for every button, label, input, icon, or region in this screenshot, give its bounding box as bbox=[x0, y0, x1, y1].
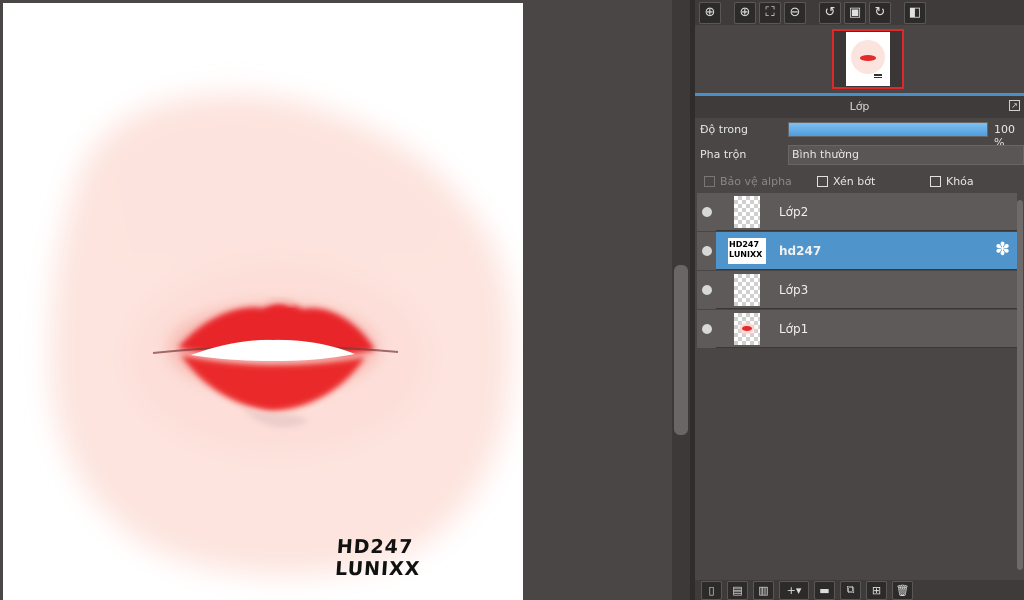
layer-thumbnail bbox=[734, 313, 760, 345]
visibility-eye-icon[interactable] bbox=[702, 207, 712, 217]
new-layer-icon[interactable]: ▯ bbox=[701, 580, 722, 600]
opacity-slider-fill bbox=[789, 123, 987, 136]
navigator-toolbar: ⊕ ⊕ ⛶ ⊖ ↺ ▣ ↻ ◧ bbox=[695, 0, 1024, 25]
layer-list-scrollbar[interactable] bbox=[1017, 200, 1023, 570]
navigator-preview[interactable] bbox=[695, 25, 1024, 93]
right-panel: ⊕ ⊕ ⛶ ⊖ ↺ ▣ ↻ ◧ Lớp ↗ Độ trong 100 % Pha… bbox=[695, 0, 1024, 600]
rotate-right-icon[interactable]: ↻ bbox=[869, 1, 891, 24]
layer-row-lop3[interactable]: Lớp3 bbox=[697, 271, 1017, 309]
clipping-label: Xén bớt bbox=[833, 175, 876, 188]
visibility-eye-icon[interactable] bbox=[702, 285, 712, 295]
layer-thumbnail: HD247 LUNIXX bbox=[728, 238, 766, 264]
layer-thumbnail bbox=[734, 196, 760, 228]
zoom-in-icon[interactable]: ⊕ bbox=[734, 1, 756, 24]
blend-mode-select[interactable]: Bình thường bbox=[788, 145, 1024, 165]
scrollbar-thumb[interactable] bbox=[674, 265, 688, 435]
layer-actions-toolbar: ▯ ▤ ▥ +▾ ▬ ⧉ ⊞ 🗑 bbox=[695, 580, 1024, 600]
protect-alpha-label: Bảo vệ alpha bbox=[720, 175, 792, 188]
blend-row: Pha trộn Bình thường bbox=[695, 144, 1024, 166]
layer-name: Lớp2 bbox=[779, 205, 809, 219]
lock-checkbox[interactable]: Khóa bbox=[930, 175, 974, 188]
add-layer-dropdown-icon[interactable]: +▾ bbox=[779, 580, 809, 600]
navigator-page bbox=[846, 32, 890, 86]
layer-options-row: Bảo vệ alpha Xén bớt Khóa bbox=[695, 170, 1024, 192]
opacity-row: Độ trong 100 % bbox=[695, 119, 1024, 149]
opacity-slider[interactable] bbox=[788, 122, 988, 137]
gear-icon[interactable]: ✽ bbox=[995, 241, 1013, 259]
layer-name: hd247 bbox=[779, 244, 822, 258]
new-folder-icon[interactable]: ▬ bbox=[814, 580, 835, 600]
fit-screen-icon[interactable]: ⛶ bbox=[759, 1, 781, 24]
layer-row-lop1[interactable]: Lớp1 bbox=[697, 310, 1017, 348]
popout-icon[interactable]: ↗ bbox=[1009, 100, 1020, 111]
duplicate-layer-icon[interactable]: ⧉ bbox=[840, 580, 861, 600]
layer-panel-header: Lớp ↗ bbox=[695, 96, 1024, 118]
layer-name: Lớp3 bbox=[779, 283, 809, 297]
artwork bbox=[50, 93, 512, 575]
app-window: HD247 LUNIXX ⊕ ⊕ ⛶ ⊖ ↺ ▣ ↻ ◧ Lớp ↗ Độ tr… bbox=[0, 0, 1024, 600]
zoom-out-icon[interactable]: ⊖ bbox=[784, 1, 806, 24]
lock-label: Khóa bbox=[946, 175, 974, 188]
layer-name: Lớp1 bbox=[779, 322, 809, 336]
new-1bit-layer-icon[interactable]: ▥ bbox=[753, 580, 774, 600]
visibility-eye-icon[interactable] bbox=[702, 246, 712, 256]
delete-layer-icon[interactable]: 🗑 bbox=[892, 580, 913, 600]
canvas-workspace[interactable]: HD247 LUNIXX bbox=[0, 0, 672, 600]
layer-list: Lớp2 HD247 LUNIXX hd247 ✽ Lớp3 Lớp1 bbox=[697, 193, 1017, 573]
protect-alpha-checkbox[interactable]: Bảo vệ alpha bbox=[704, 175, 792, 188]
rotate-left-icon[interactable]: ↺ bbox=[819, 1, 841, 24]
navigator-view-frame[interactable] bbox=[832, 29, 904, 89]
zoom-fit-icon[interactable]: ⊕ bbox=[699, 1, 721, 24]
drawing-canvas[interactable]: HD247 LUNIXX bbox=[3, 3, 523, 600]
actual-size-icon[interactable]: ▣ bbox=[844, 1, 866, 24]
visibility-eye-icon[interactable] bbox=[702, 324, 712, 334]
blend-label: Pha trộn bbox=[700, 148, 747, 161]
layer-row-lop2[interactable]: Lớp2 bbox=[697, 193, 1017, 231]
merge-layer-icon[interactable]: ⊞ bbox=[866, 580, 887, 600]
opacity-label: Độ trong bbox=[700, 123, 749, 136]
flip-icon[interactable]: ◧ bbox=[904, 1, 926, 24]
layer-thumbnail bbox=[734, 274, 760, 306]
layer-row-hd247[interactable]: HD247 LUNIXX hd247 ✽ bbox=[697, 232, 1017, 270]
new-halftone-layer-icon[interactable]: ▤ bbox=[727, 580, 748, 600]
clipping-checkbox[interactable]: Xén bớt bbox=[817, 175, 875, 188]
layer-panel-title: Lớp bbox=[849, 100, 870, 113]
canvas-vertical-scrollbar[interactable] bbox=[672, 0, 690, 600]
watermark-text: HD247 LUNIXX bbox=[334, 536, 422, 580]
